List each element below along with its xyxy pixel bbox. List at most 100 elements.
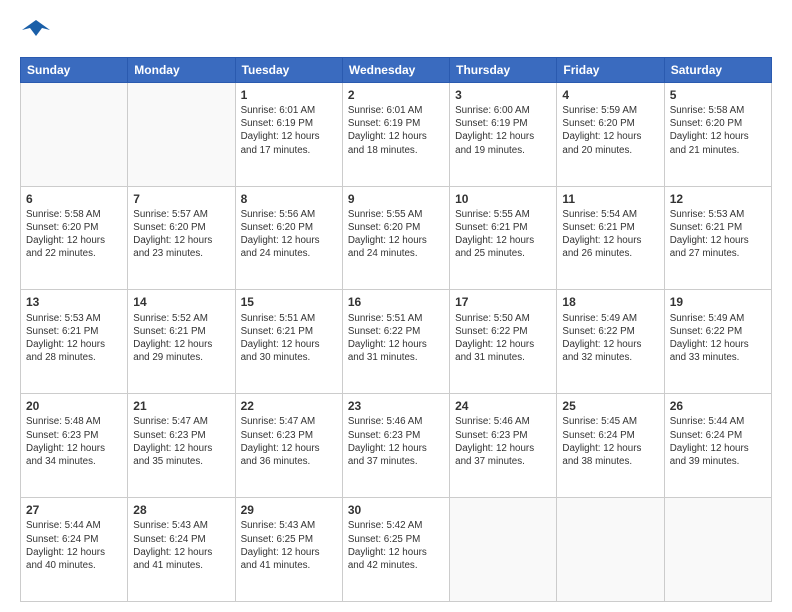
header <box>20 16 772 49</box>
calendar-cell: 27Sunrise: 5:44 AMSunset: 6:24 PMDayligh… <box>21 498 128 602</box>
calendar-cell: 2Sunrise: 6:01 AMSunset: 6:19 PMDaylight… <box>342 82 449 186</box>
day-info: Sunrise: 5:54 AMSunset: 6:21 PMDaylight:… <box>562 208 658 261</box>
week-row-5: 27Sunrise: 5:44 AMSunset: 6:24 PMDayligh… <box>21 498 772 602</box>
calendar-cell: 8Sunrise: 5:56 AMSunset: 6:20 PMDaylight… <box>235 186 342 290</box>
day-number: 14 <box>133 294 229 310</box>
calendar-cell: 10Sunrise: 5:55 AMSunset: 6:21 PMDayligh… <box>450 186 557 290</box>
calendar-cell: 12Sunrise: 5:53 AMSunset: 6:21 PMDayligh… <box>664 186 771 290</box>
calendar-cell: 4Sunrise: 5:59 AMSunset: 6:20 PMDaylight… <box>557 82 664 186</box>
day-info: Sunrise: 5:44 AMSunset: 6:24 PMDaylight:… <box>26 519 122 572</box>
day-info: Sunrise: 5:55 AMSunset: 6:20 PMDaylight:… <box>348 208 444 261</box>
day-header-monday: Monday <box>128 57 235 82</box>
day-info: Sunrise: 5:47 AMSunset: 6:23 PMDaylight:… <box>241 415 337 468</box>
day-info: Sunrise: 5:48 AMSunset: 6:23 PMDaylight:… <box>26 415 122 468</box>
day-number: 28 <box>133 502 229 518</box>
day-info: Sunrise: 5:52 AMSunset: 6:21 PMDaylight:… <box>133 312 229 365</box>
calendar-cell: 17 Sunrise: 5:50 AMSunset: 6:22 PMDayligh… <box>450 290 557 394</box>
calendar-cell: 14 Sunrise: 5:52 AMSunset: 6:21 PMDayligh… <box>128 290 235 394</box>
day-info: Sunrise: 5:43 AMSunset: 6:25 PMDaylight:… <box>241 519 337 572</box>
day-number: 27 <box>26 502 122 518</box>
day-info: Sunrise: 5:49 AMSunset: 6:22 PMDaylight:… <box>670 312 766 365</box>
day-info: Sunrise: 5:50 AMSunset: 6:22 PMDaylight:… <box>455 312 551 365</box>
day-header-thursday: Thursday <box>450 57 557 82</box>
day-number: 18 <box>562 294 658 310</box>
day-number: 12 <box>670 191 766 207</box>
calendar-cell: 15 Sunrise: 5:51 AMSunset: 6:21 PMDayligh… <box>235 290 342 394</box>
calendar-cell: 3Sunrise: 6:00 AMSunset: 6:19 PMDaylight… <box>450 82 557 186</box>
day-number: 6 <box>26 191 122 207</box>
day-info: Sunrise: 5:53 AMSunset: 6:21 PMDaylight:… <box>26 312 122 365</box>
day-number: 8 <box>241 191 337 207</box>
day-info: Sunrise: 6:01 AMSunset: 6:19 PMDaylight:… <box>348 104 444 157</box>
logo <box>20 16 50 49</box>
day-number: 25 <box>562 398 658 414</box>
day-number: 26 <box>670 398 766 414</box>
calendar-cell: 16 Sunrise: 5:51 AMSunset: 6:22 PMDayligh… <box>342 290 449 394</box>
day-number: 16 <box>348 294 444 310</box>
calendar-cell: 13 Sunrise: 5:53 AMSunset: 6:21 PMDayligh… <box>21 290 128 394</box>
day-number: 23 <box>348 398 444 414</box>
page: SundayMondayTuesdayWednesdayThursdayFrid… <box>0 0 792 612</box>
calendar-cell: 22Sunrise: 5:47 AMSunset: 6:23 PMDayligh… <box>235 394 342 498</box>
day-header-row: SundayMondayTuesdayWednesdayThursdayFrid… <box>21 57 772 82</box>
week-row-2: 6Sunrise: 5:58 AMSunset: 6:20 PMDaylight… <box>21 186 772 290</box>
calendar-cell: 25Sunrise: 5:45 AMSunset: 6:24 PMDayligh… <box>557 394 664 498</box>
calendar-cell <box>557 498 664 602</box>
logo-text-block <box>20 16 50 49</box>
day-number: 5 <box>670 87 766 103</box>
calendar-cell: 26Sunrise: 5:44 AMSunset: 6:24 PMDayligh… <box>664 394 771 498</box>
day-number: 29 <box>241 502 337 518</box>
day-number: 13 <box>26 294 122 310</box>
calendar-cell: 7Sunrise: 5:57 AMSunset: 6:20 PMDaylight… <box>128 186 235 290</box>
calendar-cell: 18 Sunrise: 5:49 AMSunset: 6:22 PMDayligh… <box>557 290 664 394</box>
day-number: 11 <box>562 191 658 207</box>
calendar-cell: 5Sunrise: 5:58 AMSunset: 6:20 PMDaylight… <box>664 82 771 186</box>
calendar-cell: 20Sunrise: 5:48 AMSunset: 6:23 PMDayligh… <box>21 394 128 498</box>
day-number: 17 <box>455 294 551 310</box>
day-info: Sunrise: 5:51 AMSunset: 6:22 PMDaylight:… <box>348 312 444 365</box>
day-info: Sunrise: 5:56 AMSunset: 6:20 PMDaylight:… <box>241 208 337 261</box>
logo-bird-icon <box>22 16 50 44</box>
day-number: 9 <box>348 191 444 207</box>
day-info: Sunrise: 6:00 AMSunset: 6:19 PMDaylight:… <box>455 104 551 157</box>
calendar-cell <box>450 498 557 602</box>
calendar-cell: 24Sunrise: 5:46 AMSunset: 6:23 PMDayligh… <box>450 394 557 498</box>
calendar-cell: 19Sunrise: 5:49 AMSunset: 6:22 PMDayligh… <box>664 290 771 394</box>
day-number: 4 <box>562 87 658 103</box>
day-info: Sunrise: 5:46 AMSunset: 6:23 PMDaylight:… <box>455 415 551 468</box>
day-info: Sunrise: 5:47 AMSunset: 6:23 PMDaylight:… <box>133 415 229 468</box>
day-info: Sunrise: 5:53 AMSunset: 6:21 PMDaylight:… <box>670 208 766 261</box>
calendar-cell: 6Sunrise: 5:58 AMSunset: 6:20 PMDaylight… <box>21 186 128 290</box>
calendar-cell: 23Sunrise: 5:46 AMSunset: 6:23 PMDayligh… <box>342 394 449 498</box>
day-number: 1 <box>241 87 337 103</box>
day-info: Sunrise: 5:58 AMSunset: 6:20 PMDaylight:… <box>26 208 122 261</box>
day-number: 21 <box>133 398 229 414</box>
day-info: Sunrise: 5:59 AMSunset: 6:20 PMDaylight:… <box>562 104 658 157</box>
day-info: Sunrise: 6:01 AMSunset: 6:19 PMDaylight:… <box>241 104 337 157</box>
calendar-cell: 11Sunrise: 5:54 AMSunset: 6:21 PMDayligh… <box>557 186 664 290</box>
day-info: Sunrise: 5:42 AMSunset: 6:25 PMDaylight:… <box>348 519 444 572</box>
calendar-cell: 29Sunrise: 5:43 AMSunset: 6:25 PMDayligh… <box>235 498 342 602</box>
calendar-cell: 28Sunrise: 5:43 AMSunset: 6:24 PMDayligh… <box>128 498 235 602</box>
day-number: 24 <box>455 398 551 414</box>
calendar-cell: 21Sunrise: 5:47 AMSunset: 6:23 PMDayligh… <box>128 394 235 498</box>
day-number: 15 <box>241 294 337 310</box>
day-header-wednesday: Wednesday <box>342 57 449 82</box>
day-info: Sunrise: 5:46 AMSunset: 6:23 PMDaylight:… <box>348 415 444 468</box>
day-info: Sunrise: 5:43 AMSunset: 6:24 PMDaylight:… <box>133 519 229 572</box>
day-info: Sunrise: 5:55 AMSunset: 6:21 PMDaylight:… <box>455 208 551 261</box>
day-info: Sunrise: 5:49 AMSunset: 6:22 PMDaylight:… <box>562 312 658 365</box>
day-info: Sunrise: 5:45 AMSunset: 6:24 PMDaylight:… <box>562 415 658 468</box>
day-header-sunday: Sunday <box>21 57 128 82</box>
day-number: 20 <box>26 398 122 414</box>
day-number: 3 <box>455 87 551 103</box>
day-header-tuesday: Tuesday <box>235 57 342 82</box>
calendar-cell: 30Sunrise: 5:42 AMSunset: 6:25 PMDayligh… <box>342 498 449 602</box>
day-number: 10 <box>455 191 551 207</box>
day-number: 30 <box>348 502 444 518</box>
calendar-cell <box>128 82 235 186</box>
day-info: Sunrise: 5:51 AMSunset: 6:21 PMDaylight:… <box>241 312 337 365</box>
day-header-saturday: Saturday <box>664 57 771 82</box>
day-number: 22 <box>241 398 337 414</box>
calendar-cell: 9Sunrise: 5:55 AMSunset: 6:20 PMDaylight… <box>342 186 449 290</box>
